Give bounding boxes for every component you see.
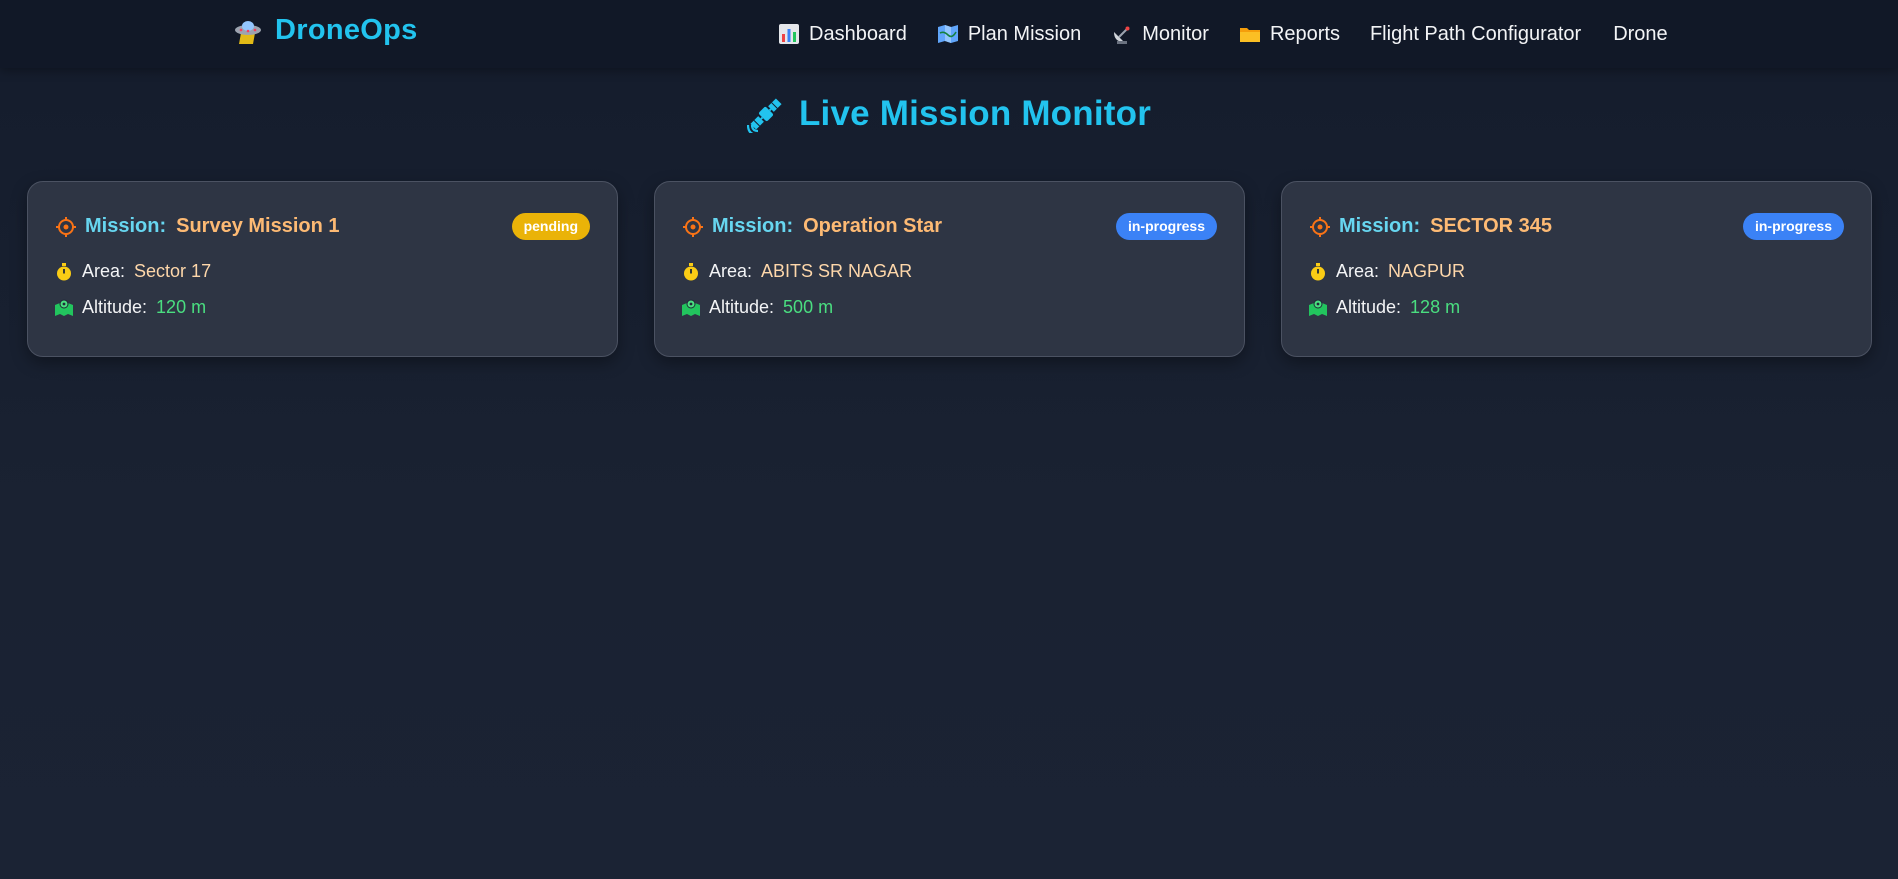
nav-label-drone: Drone [1613,22,1668,45]
nav-label-dashboard: Dashboard [809,22,907,45]
mission-altitude: Altitude: 128 m [1309,297,1460,318]
area-value: ABITS SR NAGAR [761,261,913,281]
altitude-value: 128 m [1410,297,1461,317]
mission-card[interactable]: Mission: Operation Star in-progress Area… [654,181,1245,357]
mission-altitude: Altitude: 500 m [682,297,833,318]
nav-label-flight-path-configurator: Flight Path Configurator [1369,22,1582,45]
crosshair-icon [56,216,76,237]
stopwatch-icon [1311,262,1325,280]
bar-chart-icon [779,24,799,44]
status-badge: in-progress [1115,213,1217,240]
stopwatch-icon [684,262,698,280]
stopwatch-icon [57,262,71,280]
mission-card[interactable]: Mission: Survey Mission 1 pending Area: … [27,181,618,357]
altitude-value: 500 m [783,297,834,317]
mission-card-header: Mission: SECTOR 345 in-progress [1309,213,1844,240]
nav-item-dashboard[interactable]: Dashboard [778,23,907,46]
mission-card-header: Mission: Operation Star in-progress [682,213,1217,240]
mission-name: Operation Star [803,215,943,237]
altitude-label: Altitude: [709,297,775,317]
nav-item-plan-mission[interactable]: Plan Mission [937,23,1081,46]
mission-title: Mission: Survey Mission 1 [55,215,340,238]
nav-item-flight-path-configurator[interactable]: Flight Path Configurator [1370,23,1581,46]
altitude-label: Altitude: [82,297,148,317]
brand[interactable]: DroneOps [233,14,418,47]
mission-name: Survey Mission 1 [176,215,340,237]
nav-item-drone[interactable]: Drone [1613,23,1667,46]
map-pin-icon [682,299,700,316]
ufo-icon [235,20,261,44]
map-icon [937,25,958,43]
map-pin-icon [55,299,73,316]
mission-card-header: Mission: Survey Mission 1 pending [55,213,590,240]
mission-label: Mission: [85,215,167,237]
altitude-label: Altitude: [1336,297,1402,317]
folder-icon [1239,28,1260,42]
page: DroneOps Dashboard Plan Mission Monitor … [0,0,1898,879]
status-badge: in-progress [1742,213,1844,240]
area-label: Area: [82,261,126,281]
page-header: Live Mission Monitor [0,94,1898,134]
mission-label: Mission: [712,215,794,237]
nav-label-plan-mission: Plan Mission [967,22,1082,45]
area-label: Area: [709,261,753,281]
area-value: Sector 17 [134,261,212,281]
nav-item-monitor[interactable]: Monitor [1111,23,1209,46]
crosshair-icon [683,216,703,237]
area-value: NAGPUR [1388,261,1466,281]
altitude-value: 120 m [156,297,207,317]
mission-label: Mission: [1339,215,1421,237]
mission-area: Area: Sector 17 [55,261,211,282]
mission-card[interactable]: Mission: SECTOR 345 in-progress Area: NA… [1281,181,1872,357]
satellite-dish-icon [1114,26,1130,44]
mission-title: Mission: SECTOR 345 [1309,215,1552,238]
crosshair-icon [1310,216,1330,237]
mission-area: Area: NAGPUR [1309,261,1465,282]
nav-links: Dashboard Plan Mission Monitor Reports F… [778,0,1698,68]
top-navbar: DroneOps Dashboard Plan Mission Monitor … [0,0,1898,68]
nav-label-reports: Reports [1269,22,1340,45]
mission-title: Mission: Operation Star [682,215,942,238]
brand-name: DroneOps [275,14,418,46]
map-pin-icon [1309,299,1327,316]
nav-item-reports[interactable]: Reports [1239,23,1340,46]
nav-label-monitor: Monitor [1142,22,1209,45]
area-label: Area: [1336,261,1380,281]
status-badge: pending [511,213,590,240]
mission-name: SECTOR 345 [1430,215,1553,237]
mission-area: Area: ABITS SR NAGAR [682,261,912,282]
mission-cards: Mission: Survey Mission 1 pending Area: … [27,181,1872,357]
satellite-icon [746,98,782,133]
page-title: Live Mission Monitor [798,94,1152,133]
mission-altitude: Altitude: 120 m [55,297,206,318]
